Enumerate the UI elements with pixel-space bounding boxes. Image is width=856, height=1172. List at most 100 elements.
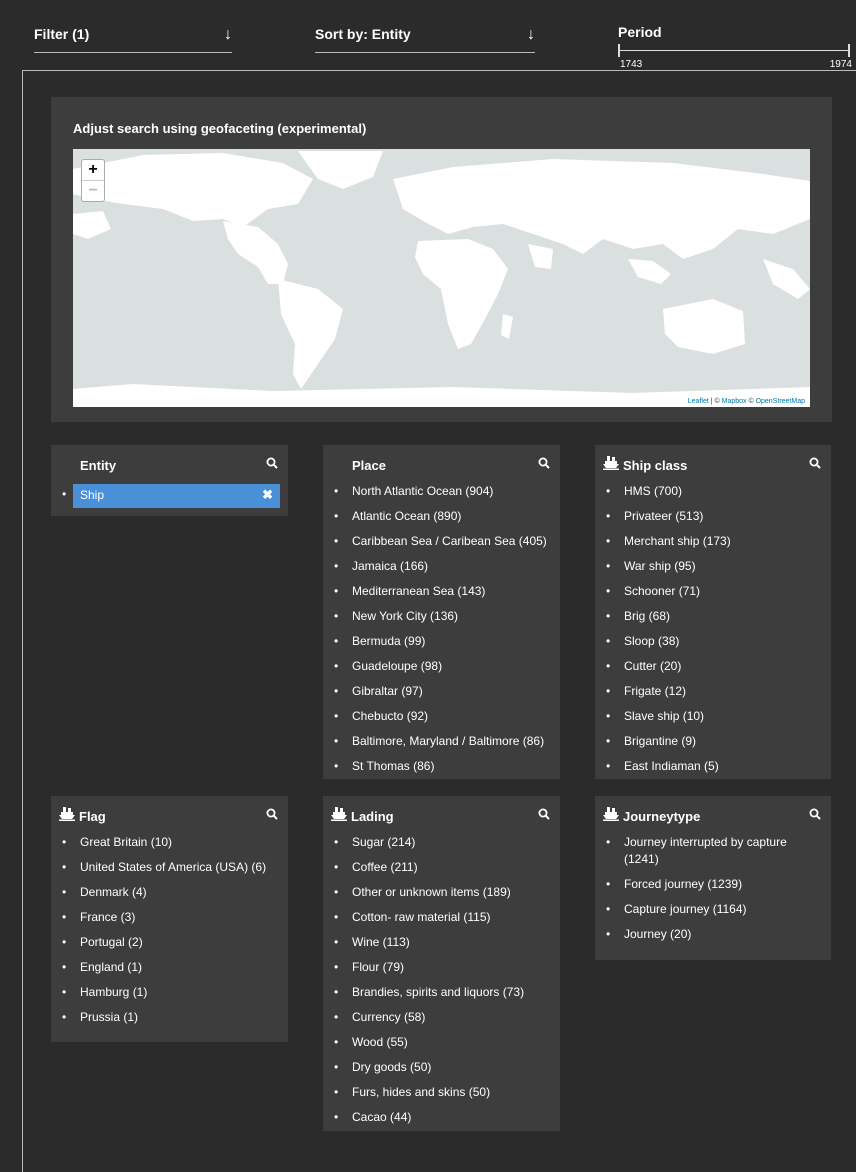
- geofacet-panel: Adjust search using geofaceting (experim…: [51, 97, 832, 422]
- search-icon[interactable]: [266, 457, 278, 469]
- facet-item[interactable]: Brandies, spirits and liquors (73): [323, 984, 560, 1001]
- facet-item[interactable]: Mediterranean Sea (143): [323, 583, 560, 600]
- entity-title: Entity: [80, 458, 117, 473]
- period-max-handle[interactable]: [848, 44, 850, 57]
- ship-icon: [603, 456, 619, 470]
- facet-item[interactable]: Caribbean Sea / Caribean Sea (405): [323, 533, 560, 550]
- facet-item[interactable]: Journey (20): [595, 926, 831, 943]
- facet-item[interactable]: Brigantine (9): [595, 733, 831, 750]
- facet-item[interactable]: Portugal (2): [51, 934, 288, 951]
- facet-item[interactable]: Wine (113): [323, 934, 560, 951]
- facet-item[interactable]: England (1): [51, 959, 288, 976]
- facet-item[interactable]: Jamaica (166): [323, 558, 560, 575]
- facet-item[interactable]: Denmark (4): [51, 884, 288, 901]
- zoom-out-button[interactable]: −: [82, 180, 104, 201]
- geofacet-title: Adjust search using geofaceting (experim…: [73, 121, 367, 136]
- top-bar: Filter (1) ↓ Sort by: Entity ↓ Period 17…: [0, 0, 856, 70]
- facet-item[interactable]: Guadeloupe (98): [323, 658, 560, 675]
- facet-item[interactable]: Other or unknown items (189): [323, 884, 560, 901]
- facet-item[interactable]: North Atlantic Ocean (904): [323, 483, 560, 500]
- shipclass-list: HMS (700) Privateer (513) Merchant ship (1…: [595, 483, 831, 779]
- facet-item[interactable]: Sloop (38): [595, 633, 831, 650]
- flag-facet: Flag Great Britain (10) United States of …: [51, 796, 288, 1042]
- facet-item[interactable]: Currency (58): [323, 1009, 560, 1026]
- filter-label: Filter (1): [34, 26, 90, 42]
- entity-selected-item[interactable]: Ship ✖: [73, 484, 280, 508]
- lading-title: Lading: [351, 809, 394, 824]
- place-title: Place: [352, 458, 386, 473]
- facet-item[interactable]: New York City (136): [323, 608, 560, 625]
- facet-item[interactable]: St Thomas (86): [323, 758, 560, 775]
- entity-facet: Entity • Ship ✖: [51, 445, 288, 516]
- facet-item[interactable]: Great Britain (10): [51, 834, 288, 851]
- facet-item[interactable]: East Indiaman (5): [595, 758, 831, 775]
- facet-item[interactable]: Privateer (513): [595, 508, 831, 525]
- search-icon[interactable]: [538, 457, 550, 469]
- lading-list: Sugar (214) Coffee (211) Other or unknown …: [323, 834, 560, 1131]
- place-list: North Atlantic Ocean (904) Atlantic Ocean…: [323, 483, 560, 779]
- arrow-down-icon: ↓: [527, 26, 535, 43]
- facet-item[interactable]: Coffee (211): [323, 859, 560, 876]
- facet-item[interactable]: Wood (55): [323, 1034, 560, 1051]
- facet-item[interactable]: Forced journey (1239): [595, 876, 831, 893]
- shipclass-facet: Ship class HMS (700) Privateer (513) Merch…: [595, 445, 831, 779]
- journeytype-list: Journey interrupted by capture (1241) For…: [595, 834, 831, 951]
- facet-item[interactable]: Cutter (20): [595, 658, 831, 675]
- bullet: •: [62, 487, 67, 501]
- attribution-separator: ©: [746, 398, 756, 405]
- facet-item[interactable]: Furs, hides and skins (50): [323, 1084, 560, 1101]
- filter-dropdown[interactable]: Filter (1) ↓: [34, 24, 232, 53]
- facet-item[interactable]: Prussia (1): [51, 1009, 288, 1026]
- facet-item[interactable]: Schooner (71): [595, 583, 831, 600]
- arrow-down-icon: ↓: [224, 26, 232, 43]
- period-slider[interactable]: Period 1743 1974: [618, 24, 852, 70]
- facet-item[interactable]: Flour (79): [323, 959, 560, 976]
- facet-item[interactable]: Slave ship (10): [595, 708, 831, 725]
- facet-item[interactable]: Dry goods (50): [323, 1059, 560, 1076]
- mapbox-link[interactable]: Mapbox: [722, 398, 747, 405]
- leaflet-link[interactable]: Leaflet: [688, 398, 709, 405]
- search-icon[interactable]: [538, 808, 550, 820]
- facet-item[interactable]: France (3): [51, 909, 288, 926]
- place-facet: Place North Atlantic Ocean (904) Atlantic…: [323, 445, 560, 779]
- search-icon[interactable]: [809, 457, 821, 469]
- map-land-icon: [73, 151, 810, 407]
- search-icon[interactable]: [809, 808, 821, 820]
- facet-item[interactable]: Gibraltar (97): [323, 683, 560, 700]
- period-max-value: 1974: [829, 59, 852, 70]
- osm-link[interactable]: OpenStreetMap: [756, 398, 805, 405]
- period-min-value: 1743: [620, 59, 643, 70]
- facet-item[interactable]: Hamburg (1): [51, 984, 288, 1001]
- facet-item[interactable]: Chebucto (92): [323, 708, 560, 725]
- facet-item[interactable]: Atlantic Ocean (890): [323, 508, 560, 525]
- journeytype-title: Journeytype: [623, 809, 701, 824]
- facet-item[interactable]: United States of America (USA) (6): [51, 859, 288, 876]
- zoom-in-button[interactable]: +: [82, 160, 104, 180]
- facet-item[interactable]: Bermuda (99): [323, 633, 560, 650]
- flag-title: Flag: [79, 809, 106, 824]
- facet-item[interactable]: Frigate (12): [595, 683, 831, 700]
- facet-item[interactable]: Journey interrupted by capture (1241): [595, 834, 831, 868]
- lading-facet: Lading Sugar (214) Coffee (211) Other or u…: [323, 796, 560, 1131]
- facet-item[interactable]: Cacao (44): [323, 1109, 560, 1126]
- ship-icon: [331, 807, 347, 821]
- facet-item[interactable]: Brig (68): [595, 608, 831, 625]
- ship-icon: [603, 807, 619, 821]
- facet-item[interactable]: Sugar (214): [323, 834, 560, 851]
- attribution-separator: | ©: [708, 398, 722, 405]
- ship-icon: [59, 807, 75, 821]
- world-map[interactable]: + − Leaflet | © Mapbox © OpenStreetMap: [73, 149, 810, 407]
- facet-item[interactable]: War ship (95): [595, 558, 831, 575]
- facet-item[interactable]: Cotton- raw material (115): [323, 909, 560, 926]
- facet-item[interactable]: Merchant ship (173): [595, 533, 831, 550]
- facet-item[interactable]: HMS (700): [595, 483, 831, 500]
- facet-item[interactable]: Baltimore, Maryland / Baltimore (86): [323, 733, 560, 750]
- remove-icon[interactable]: ✖: [262, 487, 273, 503]
- period-min-handle[interactable]: [618, 44, 620, 57]
- sort-dropdown[interactable]: Sort by: Entity ↓: [315, 24, 535, 53]
- facet-item[interactable]: Capture journey (1164): [595, 901, 831, 918]
- search-icon[interactable]: [266, 808, 278, 820]
- period-title: Period: [618, 24, 662, 40]
- zoom-control: + −: [81, 159, 105, 202]
- period-track[interactable]: [618, 50, 850, 51]
